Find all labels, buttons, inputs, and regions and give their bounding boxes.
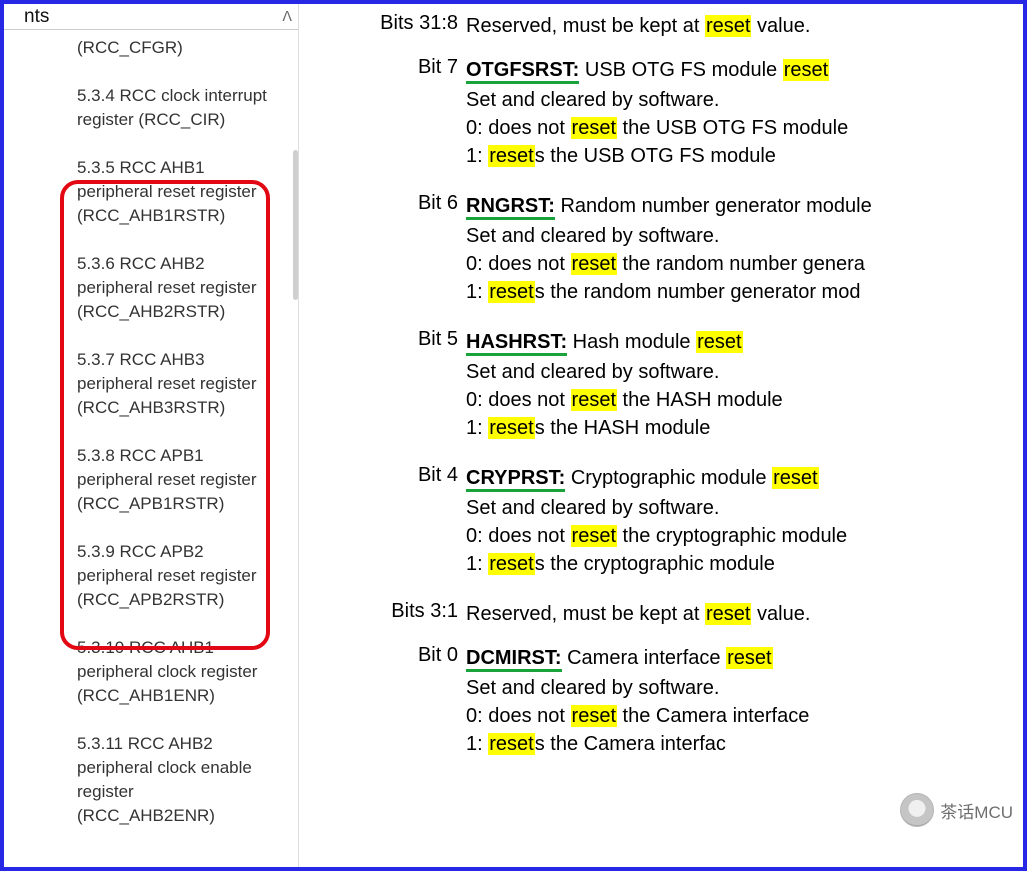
bit-value-0: 0: does not reset the cryptographic modu… [466,522,1023,550]
highlight-reset: reset [705,603,751,625]
spacer [314,178,1023,192]
highlight-reset: reset [571,117,617,139]
bit-value-0: 0: does not reset the USB OTG FS module [466,114,1023,142]
document-frame: nts ᐱ (RCC_CFGR) 5.3.4 RCC clock interru… [0,0,1027,871]
bit-field-name: HASHRST: [466,331,567,356]
bit-field-name: CRYPRST: [466,467,565,492]
toc-item[interactable]: 5.3.9 RCC APB2 peripheral reset register… [4,528,298,624]
bit-value-1: 1: resets the HASH module [466,414,1023,442]
bit-value-1: 1: resets the cryptographic module [466,550,1023,578]
bit-value-1: 1: resets the USB OTG FS module [466,142,1023,170]
toc-header: nts ᐱ [4,4,298,30]
toc-body: (RCC_CFGR) 5.3.4 RCC clock interrupt reg… [4,30,298,840]
toc-item[interactable]: 5.3.6 RCC AHB2 peripheral reset register… [4,240,298,336]
toc-item[interactable]: 5.3.5 RCC AHB1 peripheral reset register… [4,144,298,240]
bit-row: Bit 0DCMIRST: Camera interface reset [314,644,1023,672]
highlight-reset: reset [488,281,534,303]
bit-row: Bits 31:8Reserved, must be kept at reset… [314,12,1023,40]
bit-row: Bits 3:1Reserved, must be kept at reset … [314,600,1023,628]
watermark-icon [900,793,934,827]
bit-label: Bit 4 [314,464,466,487]
highlight-reset: reset [488,553,534,575]
spacer [314,314,1023,328]
toc-item[interactable]: 5.3.8 RCC APB1 peripheral reset register… [4,432,298,528]
highlight-reset: reset [488,417,534,439]
bit-field-name: DCMIRST: [466,647,562,672]
spacer [314,586,1023,600]
highlight-reset: reset [571,389,617,411]
toc-sidebar: nts ᐱ (RCC_CFGR) 5.3.4 RCC clock interru… [4,4,299,867]
highlight-reset: reset [488,733,534,755]
bit-row: Bit 7OTGFSRST: USB OTG FS module reset [314,56,1023,84]
spacer [314,42,1023,56]
bit-setclr: Set and cleared by software. [466,358,1023,386]
highlight-reset: reset [772,467,818,489]
bit-value-0: 0: does not reset the HASH module [466,386,1023,414]
bit-label: Bit 7 [314,56,466,79]
bit-title: HASHRST: Hash module reset [466,328,743,356]
bit-row: Bit 5HASHRST: Hash module reset [314,328,1023,356]
bit-label: Bit 0 [314,644,466,667]
bit-field-name: RNGRST: [466,195,555,220]
collapse-icon[interactable]: ᐱ [282,8,288,25]
toc-item[interactable]: 5.3.10 RCC AHB1 peripheral clock registe… [4,624,298,720]
bit-field-name: OTGFSRST: [466,59,579,84]
spacer [314,450,1023,464]
bit-title: CRYPRST: Cryptographic module reset [466,464,819,492]
bit-label: Bits 31:8 [314,12,466,35]
watermark-text: 茶话MCU [940,798,1013,823]
scrollbar-thumb[interactable] [293,150,298,300]
highlight-reset: reset [571,525,617,547]
bit-setclr: Set and cleared by software. [466,494,1023,522]
bit-value-1: 1: resets the Camera interfac [466,730,1023,758]
watermark: 茶话MCU [900,793,1013,827]
bit-row: Bit 4CRYPRST: Cryptographic module reset [314,464,1023,492]
bit-title: OTGFSRST: USB OTG FS module reset [466,56,829,84]
toc-item[interactable]: (RCC_CFGR) [4,30,298,72]
toc-item[interactable]: 5.3.4 RCC clock interrupt register (RCC_… [4,72,298,144]
bit-value-0: 0: does not reset the random number gene… [466,250,1023,278]
toc-item[interactable]: 5.3.7 RCC AHB3 peripheral reset register… [4,336,298,432]
spacer [314,766,1023,780]
highlight-reset: reset [696,331,742,353]
highlight-reset: reset [571,705,617,727]
bit-row: Bit 6RNGRST: Random number generator mod… [314,192,1023,220]
toc-item[interactable]: 5.3.11 RCC AHB2 peripheral clock enable … [4,720,298,840]
highlight-reset: reset [726,647,772,669]
bit-title: Reserved, must be kept at reset value. [466,600,810,628]
bit-title: Reserved, must be kept at reset value. [466,12,810,40]
bit-title: DCMIRST: Camera interface reset [466,644,773,672]
toc-title-fragment: nts [24,6,49,28]
bit-value-0: 0: does not reset the Camera interface [466,702,1023,730]
bit-label: Bit 6 [314,192,466,215]
bit-title: RNGRST: Random number generator module [466,192,872,220]
highlight-reset: reset [783,59,829,81]
highlight-reset: reset [705,15,751,37]
bit-setclr: Set and cleared by software. [466,86,1023,114]
bit-label: Bits 3:1 [314,600,466,623]
highlight-reset: reset [571,253,617,275]
bit-setclr: Set and cleared by software. [466,222,1023,250]
bit-label: Bit 5 [314,328,466,351]
spacer [314,630,1023,644]
highlight-reset: reset [488,145,534,167]
bit-value-1: 1: resets the random number generator mo… [466,278,1023,306]
bit-setclr: Set and cleared by software. [466,674,1023,702]
register-description: Bits 31:8Reserved, must be kept at reset… [314,4,1023,867]
